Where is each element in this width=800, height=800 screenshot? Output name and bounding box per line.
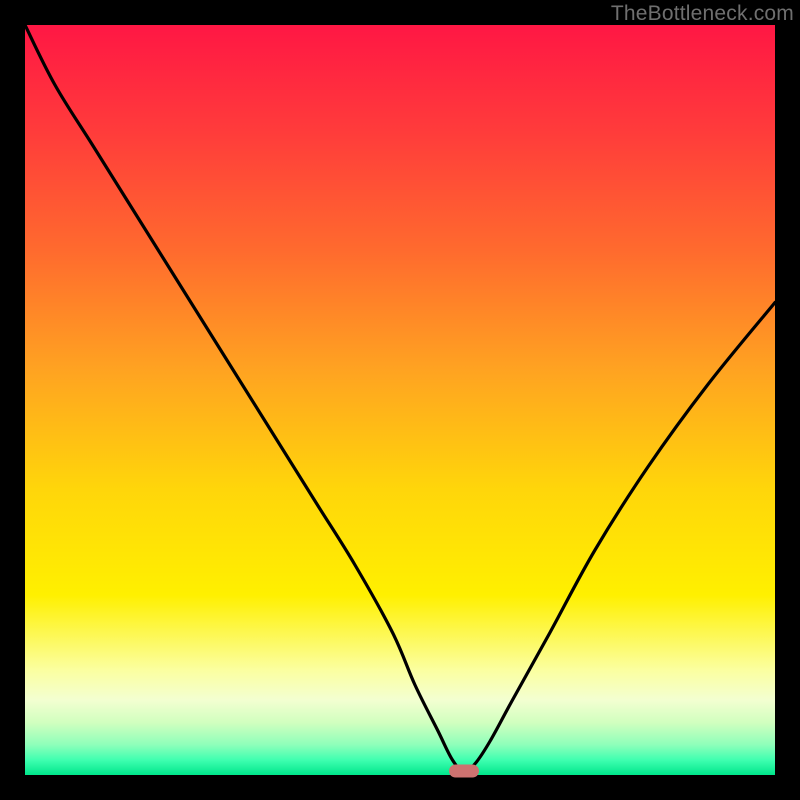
watermark-text: TheBottleneck.com	[611, 2, 794, 26]
chart-stage: TheBottleneck.com	[0, 0, 800, 800]
optimal-point-marker	[449, 765, 479, 778]
plot-area	[25, 25, 775, 775]
curve-layer	[25, 25, 775, 775]
bottleneck-curve	[25, 25, 775, 771]
